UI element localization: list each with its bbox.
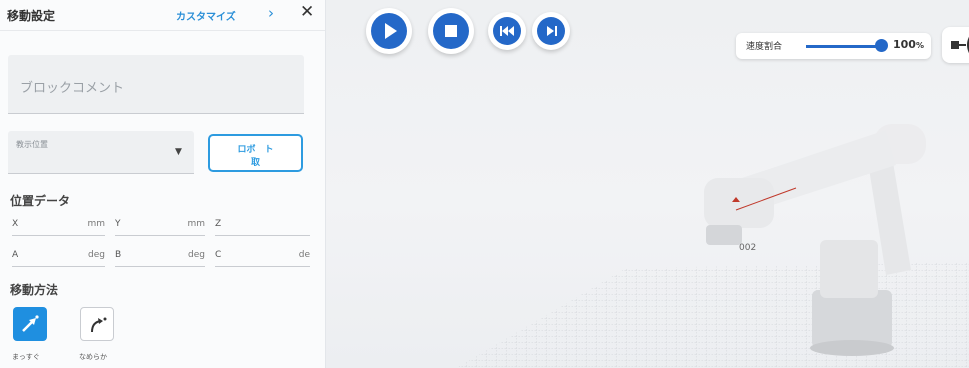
- position-data-heading: 位置データ: [10, 194, 71, 208]
- panel-header: 移動設定 カスタマイズ › ✕: [0, 0, 325, 31]
- move-smooth-label: なめらか: [79, 353, 107, 361]
- speed-ratio-value: 100%: [893, 38, 924, 51]
- connector-icon: [951, 36, 969, 54]
- move-straight-button[interactable]: [13, 307, 47, 341]
- speed-slider-knob[interactable]: [875, 39, 888, 52]
- robot-position-button[interactable]: ロボ ト 取: [208, 134, 303, 172]
- a-field[interactable]: A deg: [12, 250, 105, 267]
- block-comment-placeholder: ブロックコメント: [20, 81, 125, 96]
- robot-3d-viewport[interactable]: 002 速度割合 100%: [326, 0, 969, 368]
- chevron-right-icon[interactable]: ›: [268, 4, 274, 22]
- z-field[interactable]: Z: [215, 219, 310, 236]
- curved-arrow-icon: [91, 317, 107, 333]
- x-field[interactable]: X mm: [12, 219, 105, 236]
- dropdown-arrow-icon: ▼: [175, 147, 182, 157]
- teach-position-select[interactable]: 教示位置 ▼: [8, 131, 194, 174]
- panel-title: 移動設定: [7, 9, 56, 23]
- robot-tag: 002: [739, 243, 757, 253]
- teach-position-label: 教示位置: [16, 140, 48, 149]
- stop-button[interactable]: [428, 8, 474, 54]
- step-forward-icon: [547, 26, 557, 36]
- speed-ratio-control: 速度割合 100%: [736, 33, 931, 59]
- speed-slider-track[interactable]: [806, 45, 882, 48]
- close-icon[interactable]: ✕: [300, 2, 314, 22]
- straight-arrow-icon: [22, 315, 39, 332]
- play-button[interactable]: [366, 8, 412, 54]
- b-field[interactable]: B deg: [115, 250, 205, 267]
- step-forward-button[interactable]: [532, 12, 570, 50]
- speed-ratio-label: 速度割合: [746, 42, 783, 52]
- customize-link[interactable]: カスタマイズ: [176, 8, 236, 23]
- stop-icon: [445, 25, 457, 37]
- robot-position-button-label: ロボ ト: [237, 145, 274, 155]
- step-back-icon: [500, 26, 514, 36]
- side-toggle-button[interactable]: [942, 27, 969, 63]
- move-settings-panel: 移動設定 カスタマイズ › ✕ ブロックコメント 教示位置 ▼ ロボ ト 取 位…: [0, 0, 326, 368]
- c-field[interactable]: C de: [215, 250, 310, 267]
- robot-position-button-label-2: 取: [250, 158, 260, 168]
- move-straight-label: まっすぐ: [12, 353, 40, 361]
- move-method-heading: 移動方法: [10, 283, 59, 297]
- y-field[interactable]: Y mm: [115, 219, 205, 236]
- step-back-button[interactable]: [488, 12, 526, 50]
- play-icon: [385, 23, 397, 39]
- move-smooth-button[interactable]: [80, 307, 114, 341]
- block-comment-field[interactable]: ブロックコメント: [8, 55, 304, 114]
